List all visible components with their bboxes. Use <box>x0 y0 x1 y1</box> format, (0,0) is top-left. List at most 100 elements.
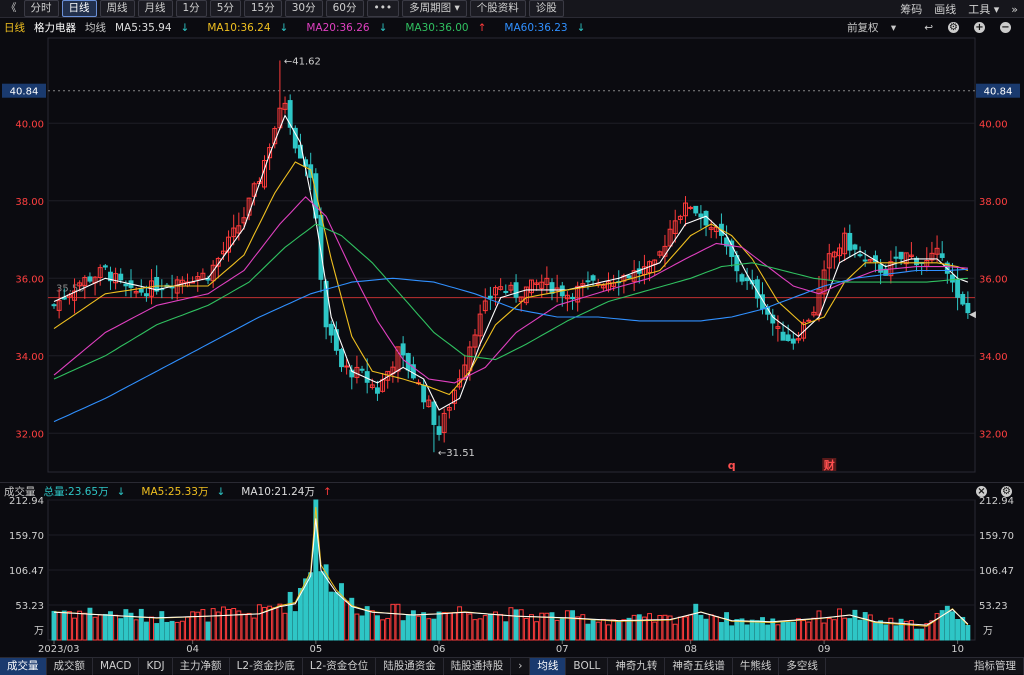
volume-bar <box>66 611 72 641</box>
candle-body <box>780 331 786 341</box>
volume-bar <box>867 614 873 641</box>
volume-bar <box>611 619 617 641</box>
volume-bar <box>56 611 62 641</box>
candle-body <box>102 265 108 268</box>
volume-bar <box>354 613 360 641</box>
candle-body <box>852 244 858 250</box>
candle-body <box>585 280 591 283</box>
volume-tick-right: 53.23 <box>979 601 1008 612</box>
indicator-tab[interactable]: MACD <box>93 657 140 675</box>
indicator-tab[interactable]: BOLL <box>566 657 609 675</box>
candle-body <box>785 334 791 341</box>
volume-bar <box>344 600 350 641</box>
volume-bar <box>174 621 180 641</box>
volume-bar <box>272 607 278 641</box>
volume-bar <box>893 625 899 641</box>
volume-bar <box>487 613 493 641</box>
candle-body <box>487 295 493 299</box>
volume-bar <box>554 619 560 641</box>
candle-body <box>118 273 124 281</box>
volume-bar <box>400 620 406 641</box>
event-marker: 财 <box>823 458 835 472</box>
indicator-tab[interactable]: 牛熊线 <box>733 657 780 675</box>
candle-body <box>400 343 406 356</box>
candle-body <box>878 264 884 273</box>
indicator-tab[interactable]: 陆股通持股 <box>444 657 512 675</box>
price-tick-right: 32.00 <box>979 429 1008 440</box>
volume-bar <box>231 608 237 641</box>
volume-bar <box>164 621 170 641</box>
volume-bar <box>775 624 781 641</box>
volume-bar <box>467 613 473 641</box>
candle-body <box>123 283 129 287</box>
volume-bar <box>811 617 817 641</box>
indicator-tab[interactable]: 主力净额 <box>173 657 230 675</box>
volume-bar <box>724 612 730 641</box>
volume-bar <box>703 618 709 641</box>
price-tick-right: 36.00 <box>979 274 1008 285</box>
volume-bar <box>790 621 796 641</box>
candle-body <box>344 365 350 368</box>
volume-bar <box>77 610 83 641</box>
volume-bar <box>87 607 93 641</box>
volume-bar <box>446 612 452 641</box>
volume-bar <box>416 615 421 641</box>
kline-chart[interactable]: 40.00 40.00 38.00 38.00 36.00 36.00 34.00 34.00… <box>0 0 1024 674</box>
volume-bar <box>251 617 257 641</box>
volume-bar <box>857 619 863 641</box>
volume-bar <box>831 619 837 641</box>
indicator-tab[interactable]: L2-资金抄底 <box>230 657 303 675</box>
volume-tick-left: 53.23 <box>15 601 44 612</box>
indicator-tab[interactable]: L2-资金仓位 <box>303 657 377 675</box>
volume-bar <box>143 621 149 641</box>
volume-bar <box>236 610 242 641</box>
volume-bar <box>713 616 719 641</box>
price-tick-left: 32.00 <box>15 429 44 440</box>
volume-bar <box>92 616 98 641</box>
volume-bar <box>226 608 232 641</box>
volume-bar <box>308 572 314 641</box>
volume-bar <box>426 618 432 641</box>
volume-bar <box>287 591 293 641</box>
price-tick-right: 40.00 <box>979 119 1008 130</box>
volume-bar <box>205 621 211 641</box>
candle-body <box>862 259 868 262</box>
volume-bar <box>133 619 139 641</box>
tabs-next-icon[interactable]: › <box>511 657 531 675</box>
price-tick-left: 34.00 <box>15 352 44 363</box>
x-tick-label: 06 <box>433 644 446 655</box>
volume-bar <box>908 620 914 641</box>
indicator-tab[interactable]: 成交量 <box>0 657 47 675</box>
volume-bar <box>292 611 298 641</box>
volume-bar <box>965 625 971 641</box>
volume-tick-right: 106.47 <box>979 566 1014 577</box>
indicator-tab[interactable]: KDJ <box>139 657 173 675</box>
volume-tick-left: 106.47 <box>9 566 44 577</box>
indicator-tab[interactable]: 陆股通资金 <box>376 657 444 675</box>
volume-bar <box>210 608 216 641</box>
candle-body <box>87 276 93 282</box>
candle-body <box>590 275 596 281</box>
high-annotation: ←41.62 <box>284 56 321 67</box>
volume-tick-right: 159.70 <box>979 531 1014 542</box>
candle-body <box>950 274 955 283</box>
indicator-tab[interactable]: 多空线 <box>779 657 826 675</box>
indicator-tab[interactable]: 成交额 <box>47 657 93 675</box>
indicator-tab[interactable]: 指标管理 <box>967 657 1024 675</box>
crosshair-label-right: 40.84 <box>984 87 1013 98</box>
indicator-tab[interactable]: 神奇九转 <box>608 657 666 675</box>
crosshair-label-left: 40.84 <box>10 87 39 98</box>
indicator-tab[interactable]: 神奇五线谱 <box>665 657 733 675</box>
volume-bar <box>821 622 827 641</box>
volume-bar <box>51 610 57 641</box>
volume-bar <box>123 609 129 641</box>
event-marker: q <box>728 459 736 472</box>
candle-body <box>939 253 945 258</box>
x-tick-label: 08 <box>684 644 697 655</box>
volume-bar <box>523 617 529 641</box>
volume-bar <box>441 612 447 641</box>
volume-bar <box>72 617 77 641</box>
volume-bar <box>318 571 324 641</box>
volume-ma10-line <box>53 518 969 626</box>
indicator-tab[interactable]: 均线 <box>530 657 567 675</box>
